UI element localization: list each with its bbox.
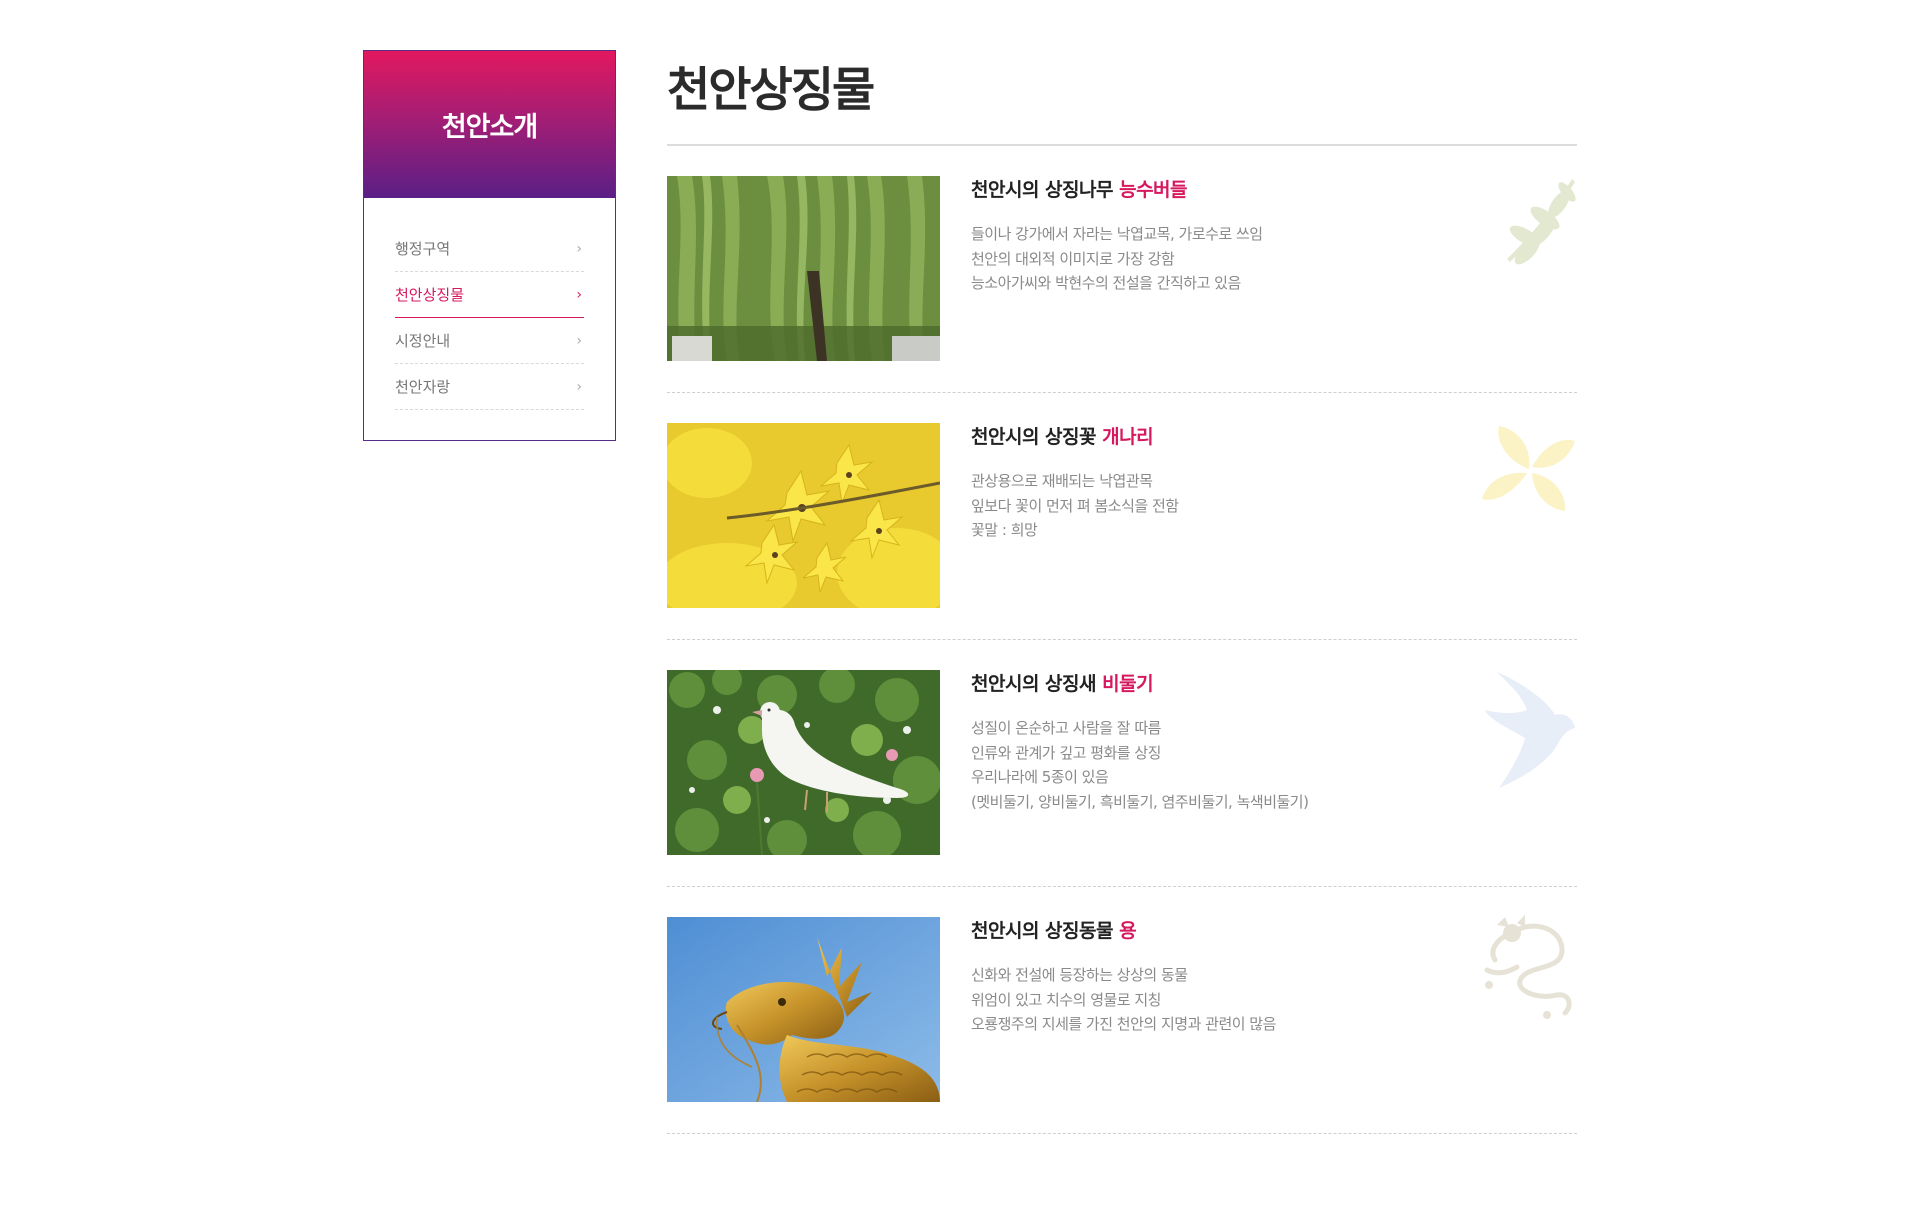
symbol-heading-prefix: 천안시의 상징꽃 [971, 426, 1096, 448]
description-line: 위엄이 있고 치수의 영물로 지칭 [971, 990, 1161, 1009]
symbol-name: 개나리 [1102, 426, 1154, 448]
sidebar-item-label: 천안상징물 [395, 286, 465, 304]
symbol-name: 능수버들 [1119, 179, 1188, 201]
sidebar-title: 천안소개 [441, 112, 538, 143]
description-line: 잎보다 꽃이 먼저 펴 봄소식을 전함 [971, 496, 1179, 515]
symbol-tree: 천안시의 상징나무 능수버들 들이나 강가에서 자라는 낙엽교목, 가로수로 쓰… [667, 146, 1577, 393]
symbol-heading-prefix: 천안시의 상징새 [971, 673, 1096, 695]
symbol-description: 신화와 전설에 등장하는 상상의 동물 위엄이 있고 치수의 영물로 지칭 오룡… [971, 963, 1491, 1037]
sidebar-item-admin-districts[interactable]: 행정구역 › [395, 226, 584, 272]
description-line: 신화와 전설에 등장하는 상상의 동물 [971, 966, 1188, 984]
symbol-description: 성질이 온순하고 사람을 잘 따름 인류와 관계가 깊고 평화를 상징 우리나라… [971, 716, 1491, 814]
description-line: 천안의 대외적 이미지로 가장 강함 [971, 249, 1175, 268]
symbol-description: 들이나 강가에서 자라는 낙엽교목, 가로수로 쓰임 천안의 대외적 이미지로 … [971, 222, 1491, 296]
description-line: 능소아가씨와 박현수의 전설을 간직하고 있음 [971, 274, 1241, 292]
chevron-right-icon: › [576, 240, 582, 257]
description-line: (멧비둘기, 양비둘기, 흑비둘기, 염주비둘기, 녹색비둘기) [971, 792, 1309, 811]
main-content: 천안상징물 천안시의 상징나무 능수버들 들이나 강가에서 자라는 낙엽교목, … [667, 50, 1577, 1134]
description-line: 인류와 관계가 깊고 평화를 상징 [971, 743, 1161, 762]
description-line: 꽃말 : 희망 [971, 521, 1038, 539]
symbol-flower: 천안시의 상징꽃 개나리 관상용으로 재배되는 낙엽관목 잎보다 꽃이 먼저 펴… [667, 393, 1577, 640]
description-line: 성질이 온순하고 사람을 잘 따름 [971, 719, 1161, 737]
sidebar: 천안소개 행정구역 › 천안상징물 › 시정안내 › 천안자랑 › [363, 50, 616, 441]
symbol-heading: 천안시의 상징동물 용 [971, 917, 1491, 945]
description-line: 우리나라에 5종이 있음 [971, 768, 1109, 786]
symbol-name: 용 [1119, 920, 1137, 942]
symbol-bird: 천안시의 상징새 비둘기 성질이 온순하고 사람을 잘 따름 인류와 관계가 깊… [667, 640, 1577, 887]
description-line: 관상용으로 재배되는 낙엽관목 [971, 472, 1153, 490]
page-title: 천안상징물 [667, 50, 1577, 146]
leaf-branch-icon [1477, 174, 1577, 274]
symbol-animal: 천안시의 상징동물 용 신화와 전설에 등장하는 상상의 동물 위엄이 있고 치… [667, 887, 1577, 1134]
symbol-description: 관상용으로 재배되는 낙엽관목 잎보다 꽃이 먼저 펴 봄소식을 전함 꽃말 :… [971, 469, 1491, 543]
symbol-text: 천안시의 상징나무 능수버들 들이나 강가에서 자라는 낙엽교목, 가로수로 쓰… [971, 176, 1491, 296]
sidebar-item-city-symbols[interactable]: 천안상징물 › [395, 272, 584, 318]
bird-icon [1477, 670, 1577, 790]
sidebar-item-label: 시정안내 [395, 332, 451, 350]
description-line: 들이나 강가에서 자라는 낙엽교목, 가로수로 쓰임 [971, 225, 1263, 243]
description-line: 오룡쟁주의 지세를 가진 천안의 지명과 관련이 많음 [971, 1015, 1276, 1033]
symbol-heading-prefix: 천안시의 상징나무 [971, 179, 1113, 201]
symbol-heading: 천안시의 상징나무 능수버들 [971, 176, 1491, 204]
symbol-name: 비둘기 [1102, 673, 1154, 695]
symbol-heading: 천안시의 상징꽃 개나리 [971, 423, 1491, 451]
chevron-right-icon: › [576, 378, 582, 395]
forsythia-photo [667, 423, 940, 608]
sidebar-item-label: 행정구역 [395, 240, 451, 258]
white-dove-photo [667, 670, 940, 855]
symbol-text: 천안시의 상징동물 용 신화와 전설에 등장하는 상상의 동물 위엄이 있고 치… [971, 917, 1491, 1037]
page: 천안소개 행정구역 › 천안상징물 › 시정안내 › 천안자랑 › 천안상징물 [0, 0, 1920, 1223]
sidebar-item-city-guide[interactable]: 시정안내 › [395, 318, 584, 364]
symbol-heading-prefix: 천안시의 상징동물 [971, 920, 1113, 942]
symbol-text: 천안시의 상징꽃 개나리 관상용으로 재배되는 낙엽관목 잎보다 꽃이 먼저 펴… [971, 423, 1491, 543]
flower-icon [1477, 421, 1577, 521]
sidebar-item-label: 천안자랑 [395, 378, 451, 396]
willow-tree-photo [667, 176, 940, 361]
sidebar-menu: 행정구역 › 천안상징물 › 시정안내 › 천안자랑 › [364, 198, 615, 440]
symbol-text: 천안시의 상징새 비둘기 성질이 온순하고 사람을 잘 따름 인류와 관계가 깊… [971, 670, 1491, 814]
sidebar-item-city-pride[interactable]: 천안자랑 › [395, 364, 584, 410]
golden-dragon-photo [667, 917, 940, 1102]
symbol-heading: 천안시의 상징새 비둘기 [971, 670, 1491, 698]
dragon-icon [1477, 915, 1577, 1025]
chevron-right-icon: › [576, 332, 582, 349]
chevron-right-icon: › [576, 286, 582, 303]
sidebar-header: 천안소개 [364, 51, 615, 198]
